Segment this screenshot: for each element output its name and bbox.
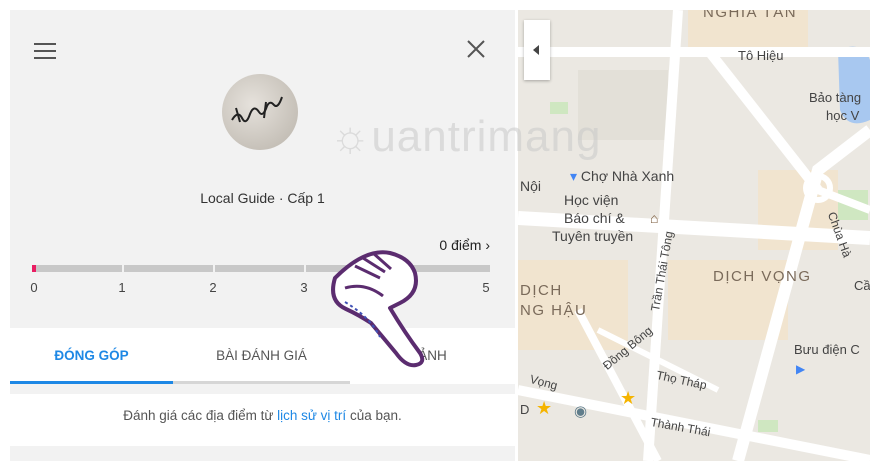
map-label-dich: DỊCH bbox=[520, 282, 563, 299]
menu-icon[interactable] bbox=[34, 43, 56, 59]
map-label-ca: Cầ bbox=[854, 278, 870, 293]
local-guide-level: Local Guide · Cấp 1 bbox=[200, 190, 325, 206]
avatar-signature-image bbox=[231, 96, 283, 123]
progress-tick-label: 0 bbox=[30, 280, 38, 295]
map-label-buu-dien: Bưu điện C bbox=[794, 342, 860, 357]
tab-contributions[interactable]: ĐÓNG GÓP bbox=[10, 328, 173, 384]
map-label-tuyen-truyen: Tuyên truyền bbox=[552, 228, 634, 244]
map-label-noi: Nội bbox=[520, 178, 542, 194]
market-icon: ▾ bbox=[570, 168, 578, 184]
map-label-ng-hau: NG HẬU bbox=[520, 302, 588, 319]
tab-divider bbox=[173, 381, 350, 384]
collapse-panel-button[interactable] bbox=[524, 20, 550, 80]
pointing-hand-icon bbox=[331, 250, 425, 368]
map-view[interactable]: NGHĨA TÂN Tô Hiệu Bảo tàng học V Nội ▾ C… bbox=[518, 10, 870, 461]
location-history-link[interactable]: lịch sử vị trí bbox=[277, 408, 346, 423]
map-label-bao-tang: Bảo tàng bbox=[809, 90, 862, 105]
progress-tick-label: 3 bbox=[300, 280, 308, 295]
lightbulb-icon: ☼ bbox=[330, 112, 372, 161]
progress-tick bbox=[122, 265, 124, 272]
avatar[interactable] bbox=[222, 74, 298, 150]
chevron-left-icon bbox=[533, 45, 539, 55]
progress-tick-label: 2 bbox=[209, 280, 217, 295]
progress-tick bbox=[304, 265, 306, 272]
profile-panel: Local Guide · Cấp 1 0 điểm › 0 1 2 3 4 5… bbox=[10, 10, 515, 461]
progress-tick-label: 5 bbox=[482, 280, 490, 295]
message-prefix: Đánh giá các địa điểm từ bbox=[123, 408, 278, 423]
close-icon[interactable] bbox=[465, 38, 487, 60]
map-label-to-hieu: Tô Hiệu bbox=[738, 48, 784, 63]
active-tab-indicator bbox=[10, 381, 173, 384]
star-icon[interactable]: ★ bbox=[620, 388, 636, 409]
map-label-dich-vong: DỊCH VỌNG bbox=[713, 268, 812, 285]
message-suffix: của bạn. bbox=[346, 408, 402, 423]
star-icon[interactable]: ★ bbox=[536, 398, 552, 419]
map-label-cho-nha-xanh: ▾ Chợ Nhà Xanh bbox=[570, 168, 674, 185]
points-link[interactable]: 0 điểm › bbox=[439, 237, 490, 253]
contributions-message: Đánh giá các địa điểm từ lịch sử vị trí … bbox=[10, 394, 515, 446]
post-office-icon[interactable]: ▶ bbox=[796, 362, 805, 376]
map-label-bao-chi: Báo chí & bbox=[564, 210, 625, 226]
school-icon: ⌂ bbox=[650, 210, 659, 226]
progress-tick bbox=[213, 265, 215, 272]
map-label-cho-nha-xanh-text: Chợ Nhà Xanh bbox=[580, 168, 675, 184]
map-label-d: D bbox=[520, 402, 530, 417]
bus-station-icon[interactable]: ◉ bbox=[574, 402, 587, 420]
watermark-text: uantrimang bbox=[371, 112, 602, 161]
tab-bar: ĐÓNG GÓP BÀI ĐÁNH GIÁ ẢNH bbox=[10, 328, 515, 384]
progress-tick-label: 1 bbox=[118, 280, 126, 295]
map-label-nghia-tan: NGHĨA TÂN bbox=[703, 10, 798, 21]
map-label-hoc-vien: Học viện bbox=[564, 192, 619, 208]
level-progress-fill bbox=[32, 265, 36, 272]
map-label-bao-tang-2: học V bbox=[826, 108, 860, 123]
watermark-logo: ☼uantrimang bbox=[330, 112, 601, 162]
